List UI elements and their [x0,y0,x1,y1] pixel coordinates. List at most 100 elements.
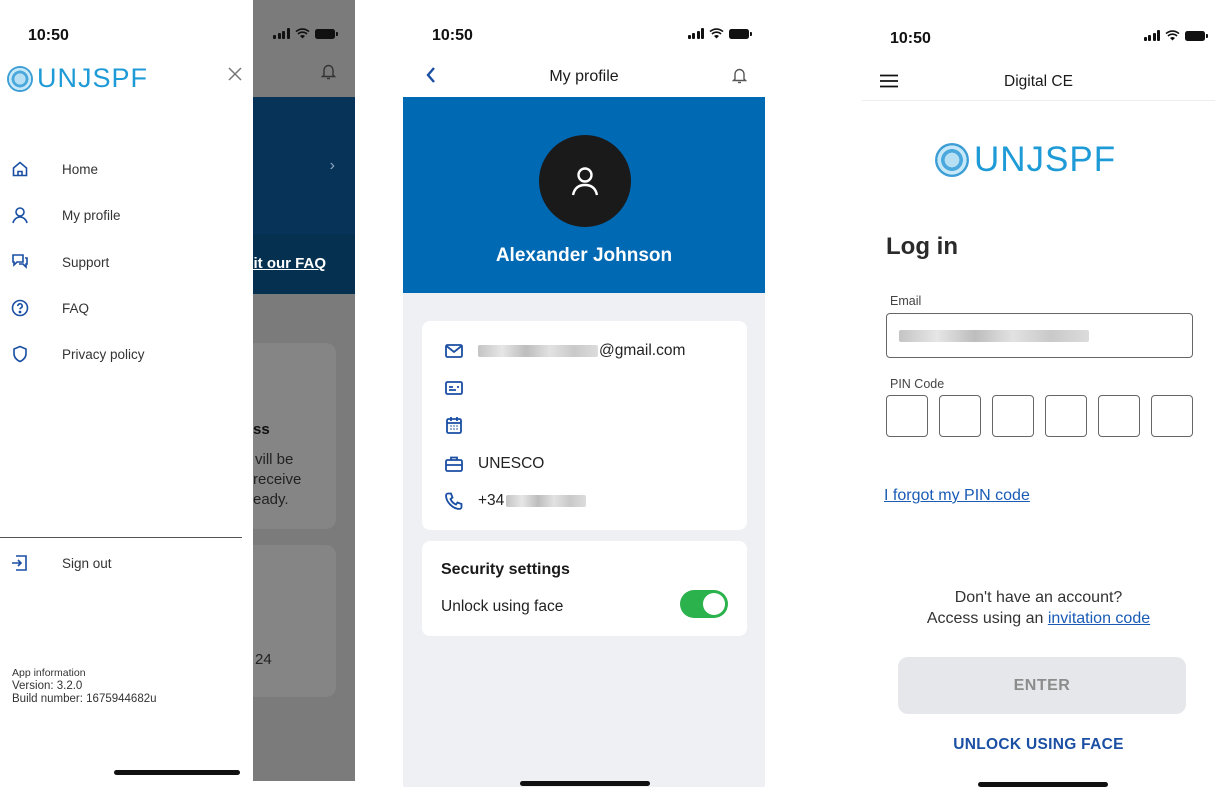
unjspf-logo: UNJSPF [935,140,1116,180]
menu-item-faq[interactable]: FAQ [10,296,89,320]
login-heading: Log in [886,233,958,260]
un-emblem-icon [935,143,969,177]
user-icon [571,167,599,196]
unlock-face-button[interactable]: UNLOCK USING FACE [862,736,1215,754]
phone-icon [444,491,464,511]
home-icon [10,159,30,179]
pin-digit-4[interactable] [1045,395,1087,437]
sign-out-icon [10,553,30,573]
email-input[interactable] [886,313,1193,358]
email-label: Email [890,294,922,308]
status-time: 10:50 [432,27,473,44]
status-bar: 10:50 [0,0,253,60]
invitation-code-link[interactable]: invitation code [1048,610,1150,627]
calendar-icon [444,415,464,435]
organization-row: UNESCO [444,454,544,474]
invitation-line: Access using an invitation code [862,610,1215,628]
navigation-drawer: 10:50 UNJSPF Home My profile Support FAQ… [0,0,253,787]
profile-banner: Alexander Johnson [403,97,765,293]
email-suffix: @gmail.com [599,342,686,359]
email-value: @gmail.com [478,342,685,360]
background-page-overlay[interactable]: › isit our FAQ ss vill be receive eady. … [233,0,355,781]
status-icons [1143,30,1208,41]
menu-label: Support [62,254,110,270]
background-card-text: eady. [253,491,289,508]
help-icon [10,298,30,318]
bell-icon[interactable] [320,63,337,85]
id-card-icon [444,378,464,398]
background-faq-link: isit our FAQ [241,255,327,272]
app-build-number: Build number: 1675944682u [12,693,157,705]
phone-prefix: +34 [478,492,505,509]
enter-button-label: ENTER [1013,676,1071,694]
pin-digit-1[interactable] [886,395,928,437]
contact-info-card: @gmail.com UNESCO +34 [422,321,747,530]
pin-digit-2[interactable] [939,395,981,437]
forgot-pin-link[interactable]: I forgot my PIN code [884,487,1030,505]
pin-label: PIN Code [890,377,945,391]
id-row [444,378,464,398]
brand-name: UNJSPF [37,63,149,93]
profile-name: Alexander Johnson [495,245,673,266]
menu-item-privacy-policy[interactable]: Privacy policy [10,342,145,366]
briefcase-icon [444,454,464,474]
un-emblem-icon [7,65,33,92]
pin-digit-6[interactable] [1151,395,1193,437]
redacted-text [506,495,587,507]
menu-label: My profile [62,207,121,223]
header-divider [862,100,1215,101]
pin-digit-5[interactable] [1098,395,1140,437]
home-indicator [520,781,650,786]
signal-icon [687,28,704,39]
wifi-icon [709,28,724,39]
drawer-screen: › isit our FAQ ss vill be receive eady. … [0,0,355,787]
user-icon [10,205,30,225]
menu-label: Privacy policy [62,346,145,362]
app-information: App information Version: 3.2.0 Build num… [12,667,157,706]
divider [0,537,242,538]
organization-value: UNESCO [478,455,545,472]
background-faq-band: isit our FAQ [241,234,355,294]
access-using-text: Access using an [926,610,1044,627]
background-card-text: vill be [255,451,294,468]
phone-row: +34 [444,491,587,511]
avatar [539,135,631,227]
signal-icon [1143,30,1160,41]
app-version: Version: 3.2.0 [12,680,83,692]
battery-icon [729,28,752,39]
status-time: 10:50 [28,27,69,44]
home-indicator [114,770,240,775]
chat-icon [10,252,30,272]
date-row [444,415,464,435]
pin-digit-3[interactable] [992,395,1034,437]
menu-label: FAQ [62,300,90,316]
shield-icon [10,344,30,364]
app-title: Digital CE [1004,73,1073,90]
background-card-title: ss [253,421,270,438]
wifi-icon [294,28,310,39]
menu-label: Home [62,161,99,177]
security-settings-card: Security settings Unlock using face [422,541,747,636]
sign-out-button[interactable]: Sign out [10,551,112,575]
home-indicator [978,782,1108,787]
menu-item-home[interactable]: Home [10,157,98,181]
status-icons [273,28,338,39]
close-icon[interactable] [227,66,243,87]
menu-item-support[interactable]: Support [10,250,109,274]
wifi-icon [1165,30,1180,41]
enter-button[interactable]: ENTER [898,657,1186,714]
brand-name: UNJSPF [974,140,1117,179]
battery-icon [1185,30,1208,41]
menu-item-my-profile[interactable]: My profile [10,203,121,227]
status-bar-right [253,0,355,60]
signal-icon [273,28,290,39]
login-screen: 10:50 Digital CE UNJSPF Log in Email PIN… [862,0,1215,787]
unjspf-logo: UNJSPF [7,63,148,94]
profile-screen: 10:50 My profile Alexander Johnson @gmai… [403,0,765,787]
no-account-text: Don't have an account? [954,589,1123,606]
status-time: 10:50 [890,30,931,47]
background-card-text: receive [253,471,302,488]
battery-icon [314,28,338,39]
bell-icon[interactable] [731,67,748,89]
unlock-face-toggle[interactable] [680,590,728,618]
